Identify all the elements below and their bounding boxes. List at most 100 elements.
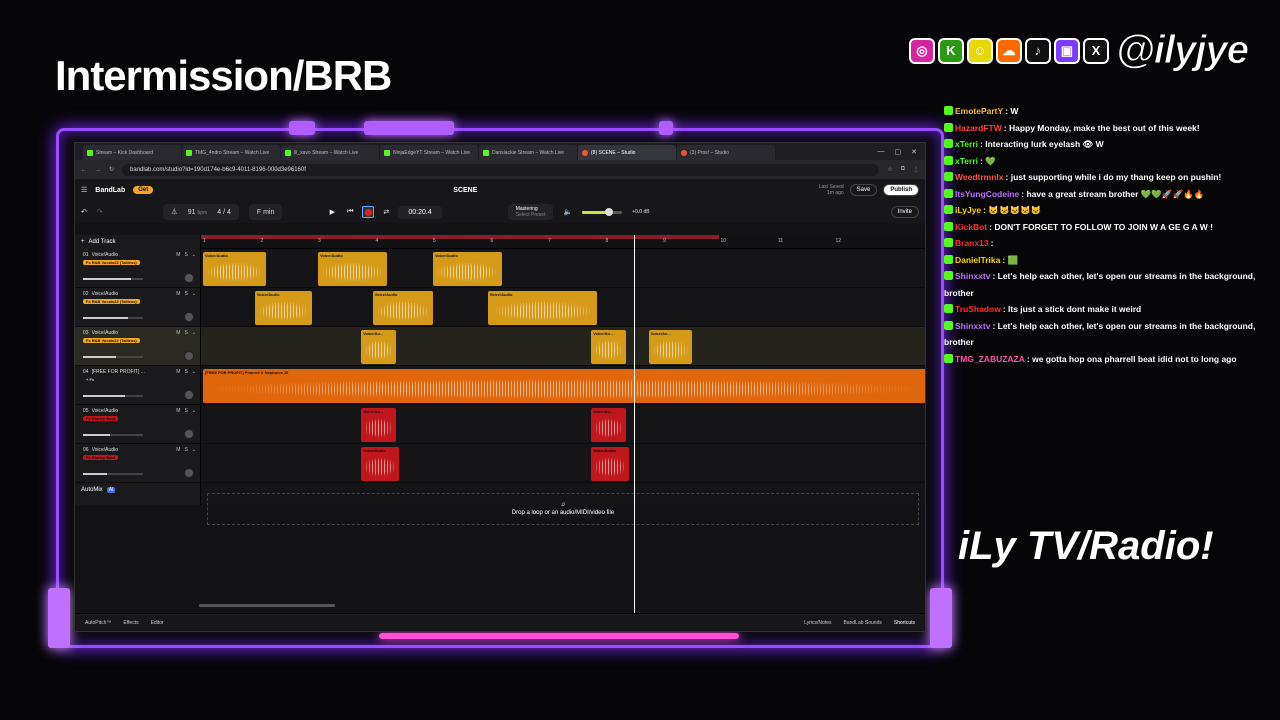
- audio-clip[interactable]: Voice/Audio: [487, 291, 597, 325]
- shortcuts-button[interactable]: Shortcuts: [894, 620, 915, 626]
- back-icon[interactable]: ←: [81, 167, 87, 173]
- audio-clip[interactable]: Voice/Audio: [254, 291, 313, 325]
- solo-button[interactable]: S: [184, 447, 187, 453]
- star-icon[interactable]: ☆: [887, 166, 892, 173]
- mute-button[interactable]: M: [176, 369, 180, 375]
- track-name[interactable]: Voice/Audio: [92, 252, 174, 258]
- track-volume-slider[interactable]: [83, 395, 143, 397]
- hamburger-icon[interactable]: ☰: [81, 186, 87, 194]
- track-name[interactable]: Voice/Audio: [92, 447, 174, 453]
- effects-button[interactable]: Effects: [123, 620, 138, 626]
- track-effect-badge[interactable]: + Fx: [83, 377, 97, 382]
- lyrics-notes-button[interactable]: Lyrics/Notes: [804, 620, 831, 626]
- track-lane[interactable]: Voice/Au... Voice/Au... Voice/Au...: [201, 327, 925, 366]
- browser-tab[interactable]: lil_xavo Stream – Watch Live: [281, 145, 379, 160]
- solo-button[interactable]: S: [184, 291, 187, 297]
- track-lane[interactable]: Voice/Au... Voice/Au...: [201, 405, 925, 444]
- browser-tab[interactable]: Stream – Kick Dashboard: [83, 145, 181, 160]
- url-input[interactable]: bandlab.com/studio?id=190d174e-b6c9-4011…: [122, 163, 880, 176]
- chat-username[interactable]: Weedtrmnlx: [955, 172, 1004, 182]
- chat-username[interactable]: xTerri: [955, 156, 978, 166]
- mastering-button[interactable]: Mastering Select Preset: [507, 204, 554, 220]
- chat-username[interactable]: TruShadow: [955, 304, 1001, 314]
- track-effect-badge[interactable]: Fx R&B Vocals22 (Tailless): [83, 299, 140, 304]
- track-name[interactable]: Voice/Audio: [92, 408, 174, 414]
- browser-tab[interactable]: (8) SCENE – Studio: [578, 145, 676, 160]
- audio-clip[interactable]: Voice/Au...: [591, 408, 626, 442]
- audio-clip[interactable]: Voice/Au...: [591, 330, 626, 364]
- browser-tab[interactable]: (3) Pros! – Studio: [677, 145, 775, 160]
- redo-icon[interactable]: ↷: [97, 208, 103, 216]
- chat-username[interactable]: iLyJye: [955, 205, 981, 215]
- browser-tab[interactable]: Danslackie Stream – Watch Live: [479, 145, 577, 160]
- chat-username[interactable]: DanielTrika: [955, 255, 1000, 265]
- pan-knob[interactable]: [184, 429, 194, 439]
- chat-username[interactable]: HazardFTW: [955, 123, 1002, 133]
- autopitch-button[interactable]: AutoPitch™: [85, 620, 111, 626]
- audio-clip[interactable]: Voice/Audio: [433, 252, 502, 286]
- audio-clip[interactable]: Voice/Au...: [648, 330, 692, 364]
- chat-username[interactable]: KickBot: [955, 222, 987, 232]
- bandlab-logo[interactable]: BandLab: [95, 187, 125, 194]
- solo-button[interactable]: S: [184, 330, 187, 336]
- master-volume-slider[interactable]: [582, 207, 623, 216]
- chevron-down-icon[interactable]: ⌄: [192, 369, 196, 375]
- track-volume-slider[interactable]: [83, 434, 143, 436]
- bandlab-sounds-button[interactable]: BandLab Sounds: [844, 620, 882, 626]
- loop-region[interactable]: [201, 235, 719, 239]
- pan-knob[interactable]: [184, 351, 194, 361]
- pan-knob[interactable]: [184, 468, 194, 478]
- track-name[interactable]: Voice/Audio: [92, 291, 174, 297]
- add-track-button[interactable]: + Add Track: [75, 235, 200, 249]
- bpm-input[interactable]: 91 bpm: [188, 209, 207, 216]
- invite-button[interactable]: Invite: [890, 206, 919, 218]
- track-lane[interactable]: Voice/Audio Voice/Audio Voice/Audio: [201, 249, 925, 288]
- audio-clip[interactable]: Voice/Audio: [372, 291, 433, 325]
- track-volume-slider[interactable]: [83, 317, 143, 319]
- mute-button[interactable]: M: [176, 408, 180, 414]
- mute-button[interactable]: M: [176, 252, 180, 258]
- chat-username[interactable]: EmotePartY: [955, 106, 1003, 116]
- pan-knob[interactable]: [184, 273, 194, 283]
- time-signature[interactable]: 4 / 4: [217, 209, 231, 216]
- track-header[interactable]: 05 Voice/Audio M S ⌄ Fx Stoney Bout: [75, 405, 200, 444]
- audio-clip[interactable]: Voice/Au...: [361, 330, 396, 364]
- automix-toggle[interactable]: AutoMix AI: [75, 483, 200, 497]
- chat-username[interactable]: ItsYungCodeine: [955, 189, 1019, 199]
- audio-clip[interactable]: Voice/Audio: [203, 252, 267, 286]
- metronome-icon[interactable]: ⏃: [171, 207, 178, 217]
- record-button[interactable]: [362, 206, 375, 218]
- chat-username[interactable]: TMG_ZABUZAZA: [955, 354, 1025, 364]
- horizontal-scrollbar[interactable]: [199, 604, 335, 607]
- track-volume-slider[interactable]: [83, 473, 143, 475]
- arrangement-view[interactable]: 1 2 3 4 5 6 7 8 9 10 11 12 Voice/Audio Voice/Audio Vo…: [201, 235, 925, 631]
- maximize-icon[interactable]: ▢: [895, 148, 902, 156]
- audio-clip[interactable]: Voice/Audio: [361, 447, 399, 481]
- project-name[interactable]: SCENE: [453, 187, 477, 194]
- audio-clip[interactable]: Voice/Audio: [591, 447, 629, 481]
- loop-icon[interactable]: ⇄: [380, 206, 392, 218]
- chevron-down-icon[interactable]: ⌄: [192, 252, 196, 258]
- chat-username[interactable]: xTerri: [955, 139, 978, 149]
- get-button[interactable]: Get: [133, 186, 154, 194]
- minimize-icon[interactable]: —: [878, 148, 885, 156]
- extensions-icon[interactable]: ⧉: [901, 166, 905, 173]
- timeline-ruler[interactable]: 1 2 3 4 5 6 7 8 9 10 11 12: [201, 235, 925, 249]
- track-effect-badge[interactable]: Fx R&B Vocals22 (Tailless): [83, 338, 140, 343]
- menu-icon[interactable]: ⋮: [913, 166, 919, 173]
- track-name[interactable]: [FREE FOR PROFIT] ...: [92, 369, 174, 375]
- track-lane[interactable]: Voice/Audio Voice/Audio: [201, 444, 925, 483]
- pan-knob[interactable]: [184, 390, 194, 400]
- track-header[interactable]: 06 Voice/Audio M S ⌄ Fx Stoney Bout: [75, 444, 200, 483]
- skip-back-icon[interactable]: ⏮: [344, 206, 356, 218]
- track-header[interactable]: 02 Voice/Audio M S ⌄ Fx R&B Vocals22 (Tailles…: [75, 288, 200, 327]
- track-volume-slider[interactable]: [83, 356, 143, 358]
- chat-username[interactable]: Branx13: [955, 238, 989, 248]
- key-select[interactable]: F min: [248, 204, 283, 220]
- pan-knob[interactable]: [184, 312, 194, 322]
- track-effect-badge[interactable]: Fx R&B Vocals22 (Tailless): [83, 260, 140, 265]
- track-header[interactable]: 03 Voice/Audio M S ⌄ Fx R&B Vocals22 (Tailles…: [75, 327, 200, 366]
- track-header[interactable]: 01 Voice/Audio M S ⌄ Fx R&B Vocals22 (Tailles…: [75, 249, 200, 288]
- save-button[interactable]: Save: [849, 184, 878, 196]
- track-header[interactable]: 04 [FREE FOR PROFIT] ... M S ⌄ + Fx: [75, 366, 200, 405]
